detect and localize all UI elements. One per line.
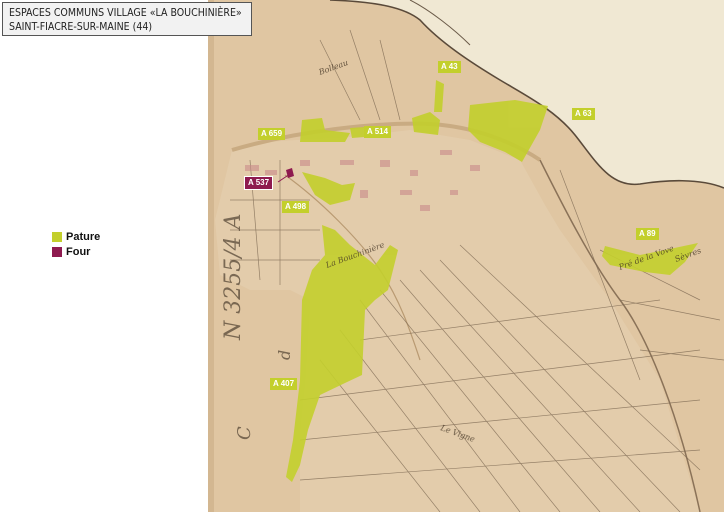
parcel-label-a89: A 89 [636, 228, 659, 240]
legend-item-four: Four [52, 244, 100, 259]
map-edge [208, 0, 214, 512]
legend-swatch-four [52, 246, 62, 257]
legend-label-pature: Pature [66, 230, 101, 243]
legend-swatch-pature [52, 231, 62, 242]
map-subtitle: SAINT-FIACRE-SUR-MAINE (44) [9, 21, 153, 33]
parcel-label-a43: A 43 [438, 61, 461, 73]
parcel-label-a498: A 498 [282, 201, 310, 213]
legend-item-pature: Pature [52, 229, 100, 244]
map-canvas: N 3255/4 A C d Bolleau La Bouchinière Pr… [208, 0, 724, 513]
map-title: ESPACES COMMUNS VILLAGE «LA BOUCHINIÈRE» [9, 7, 242, 19]
legend-label-four: Four [66, 245, 91, 258]
parcel-label-a407: A 407 [270, 378, 298, 390]
svg-text:d: d [275, 350, 294, 360]
parcel-label-a537: A 537 [244, 176, 274, 190]
legend: Pature Four [52, 229, 100, 259]
svg-text:C: C [234, 426, 255, 440]
parcel-label-a63: A 63 [572, 108, 595, 120]
parcel-label-a659: A 659 [258, 128, 286, 140]
cadastral-map: N 3255/4 A C d Bolleau La Bouchinière Pr… [208, 0, 724, 513]
map-title-box: ESPACES COMMUNS VILLAGE «LA BOUCHINIÈRE»… [2, 2, 252, 36]
svg-text:N 3255/4 A: N 3255/4 A [221, 213, 246, 341]
parcel-label-a514: A 514 [364, 126, 392, 138]
